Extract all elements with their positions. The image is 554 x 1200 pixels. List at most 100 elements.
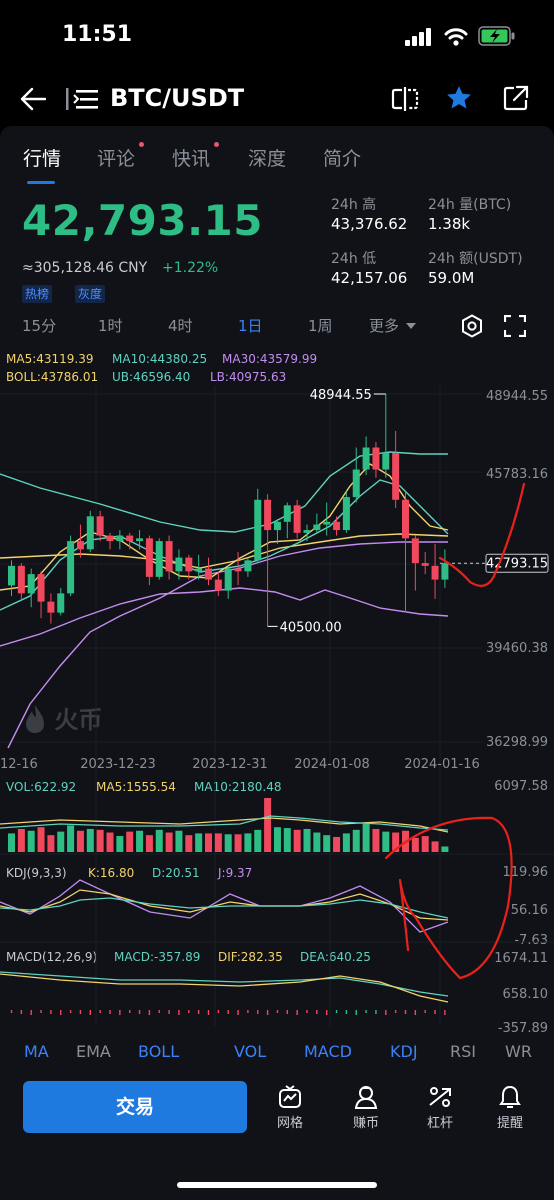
share-external-icon[interactable] (503, 85, 529, 111)
tab-comments[interactable]: 评论 (97, 144, 135, 171)
candle-body (411, 538, 419, 564)
period-more[interactable]: 更多 (369, 315, 399, 336)
volume-bar (37, 827, 45, 852)
ind-tab-rsi[interactable]: RSI (450, 1042, 476, 1061)
pair-list-icon[interactable] (66, 88, 100, 110)
candle-body (402, 499, 409, 539)
candle-body (155, 541, 163, 577)
high-24h-value: 43,376.62 (331, 215, 408, 233)
grid-trading-button[interactable]: 网格 (260, 1084, 320, 1131)
volume-bar (333, 836, 341, 852)
pair-title[interactable]: BTC/USDT (110, 84, 244, 112)
volume-bar (224, 834, 232, 852)
status-time: 11:51 (62, 22, 133, 47)
tab-news-notification-dot (214, 142, 219, 147)
candle-body (234, 568, 242, 572)
indicator-settings-icon[interactable] (461, 314, 483, 338)
volume-bar (136, 830, 144, 852)
trade-button[interactable]: 交易 (23, 1081, 247, 1133)
volume-bar (352, 829, 360, 852)
volume-bar (254, 829, 262, 852)
ind-tab-boll[interactable]: BOLL (138, 1042, 179, 1061)
volume-bar (17, 828, 25, 852)
more-dropdown-icon[interactable] (405, 322, 417, 330)
volume-usdt-value: 59.0M (428, 269, 475, 287)
chart-area[interactable]: MA5:43119.39 MA10:44380.25 MA30:43579.99… (0, 346, 554, 1056)
volume-bar (86, 828, 94, 852)
candle-body (145, 538, 153, 577)
volume-bar (382, 831, 390, 852)
volume-btc-label: 24h 量(BTC) (428, 197, 512, 213)
ind-tab-macd[interactable]: MACD (304, 1042, 352, 1061)
candle-body (372, 447, 380, 470)
tab-market[interactable]: 行情 (23, 144, 61, 171)
grayscale-badge[interactable]: 灰度 (75, 285, 106, 303)
volume-bar (323, 835, 331, 852)
favorite-star-icon[interactable] (445, 84, 473, 112)
compare-split-icon[interactable] (391, 85, 419, 113)
leverage-button[interactable]: 杠杆 (410, 1084, 470, 1131)
price-change-percent: +1.22% (162, 260, 219, 276)
candle-body (293, 505, 301, 533)
period-selector: 15分 1时 4时 1日 1周 更多 (0, 306, 554, 346)
volume-bar (155, 829, 163, 852)
volume-bar (342, 833, 350, 852)
ind-tab-ema[interactable]: EMA (76, 1042, 111, 1061)
date-axis-label: 2023-12-23 (80, 757, 156, 772)
ind-tab-ma[interactable]: MA (24, 1042, 49, 1061)
macd-axis-label: -357.89 (498, 1021, 548, 1036)
candle-body (96, 516, 104, 536)
date-axis-label: 2023-12-31 (192, 757, 268, 772)
volume-bar (431, 841, 439, 852)
low-annotation: 40500.00 (280, 620, 342, 635)
alert-label: 提醒 (496, 1116, 523, 1131)
grid-bot-icon (279, 1085, 301, 1108)
macd-axis-label: 658.10 (503, 987, 549, 1002)
tab-news[interactable]: 快讯 (172, 144, 210, 171)
candle-body (441, 563, 449, 580)
price-alert-button[interactable]: 提醒 (480, 1084, 540, 1131)
volume-bar (57, 831, 65, 852)
period-1w[interactable]: 1周 (308, 315, 333, 336)
volume-bar (303, 828, 311, 852)
leverage-icon (429, 1087, 451, 1107)
candle-body (342, 497, 350, 531)
hot-list-badge[interactable]: 热榜 (22, 285, 53, 303)
volume-btc-value: 1.38k (428, 215, 471, 233)
candle-body (323, 521, 331, 525)
period-15m[interactable]: 15分 (22, 315, 56, 336)
volume-bar (8, 833, 15, 852)
fullscreen-icon[interactable] (504, 315, 526, 337)
period-4h[interactable]: 4时 (168, 315, 193, 336)
earn-button[interactable]: 赚币 (336, 1084, 396, 1131)
period-1h[interactable]: 1时 (98, 315, 123, 336)
candle-body (116, 535, 124, 542)
candle-body (421, 563, 429, 566)
ind-tab-wr[interactable]: WR (505, 1042, 532, 1061)
volume-bar (106, 832, 114, 852)
candle-body (303, 530, 311, 533)
earn-label: 赚币 (352, 1116, 379, 1131)
high-annotation: 48944.55 (310, 388, 372, 403)
candle-body (67, 541, 75, 594)
candle-body (86, 516, 94, 550)
candle-body (47, 601, 55, 613)
cellular-signal-icon (405, 28, 431, 46)
period-1d[interactable]: 1日 (238, 315, 263, 336)
bottom-action-bar: 交易 网格 赚币 杠杆 提醒 (0, 1064, 554, 1200)
volume-bar (116, 836, 124, 852)
high-24h-label: 24h 高 (331, 197, 377, 213)
tab-depth[interactable]: 深度 (248, 144, 286, 171)
volume-bar (244, 833, 252, 852)
kdj-axis-label: 56.16 (511, 903, 548, 918)
content-tabs: 行情 评论 快讯 深度 简介 (0, 126, 554, 186)
candle-body (27, 574, 35, 594)
ind-tab-kdj[interactable]: KDJ (390, 1042, 418, 1061)
kdj-axis-label: -7.63 (514, 933, 548, 948)
tab-intro[interactable]: 简介 (323, 144, 361, 171)
red-drawn-circle-annotation (384, 816, 513, 980)
volume-bar (205, 833, 212, 852)
macd-dif-line (0, 973, 449, 1003)
back-arrow-icon[interactable] (20, 87, 46, 111)
ind-tab-vol[interactable]: VOL (234, 1042, 266, 1061)
